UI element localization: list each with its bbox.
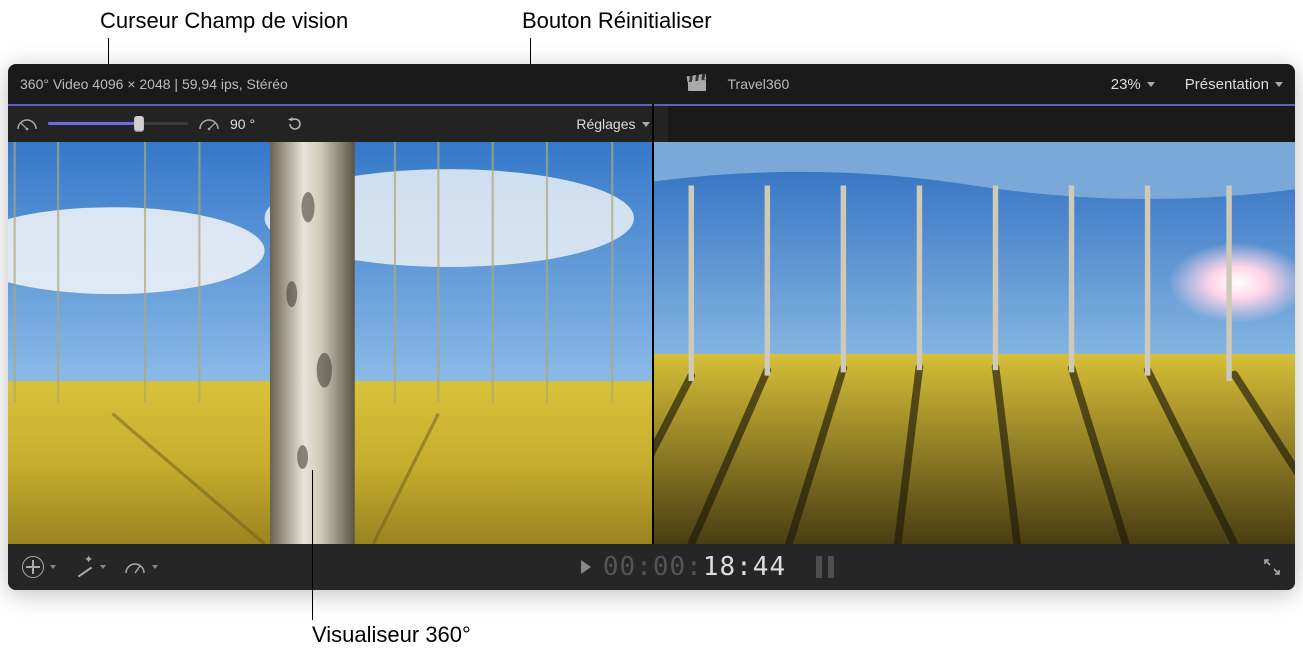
chevron-down-icon	[642, 122, 650, 127]
viewer-equirect[interactable]	[652, 142, 1296, 544]
callout-viewer-leader	[312, 470, 313, 620]
fov-value: 90 °	[230, 116, 276, 132]
fov-slider-thumb[interactable]	[134, 116, 144, 132]
play-button[interactable]	[581, 560, 591, 574]
presentation-label: Présentation	[1185, 76, 1269, 93]
timecode-prefix: 00:00:	[603, 552, 703, 582]
fov-gauge-icon	[16, 117, 38, 131]
speedometer-icon	[124, 558, 146, 576]
chevron-down-icon	[50, 565, 56, 569]
zoom-menu[interactable]: 23%	[1111, 76, 1155, 93]
viewer-divider	[652, 104, 654, 544]
viewer-360[interactable]	[8, 142, 652, 544]
header-right: Travel360 23% Présentation	[676, 64, 1296, 104]
timecode-display[interactable]: 00:00:18:44	[603, 552, 786, 582]
clapperboard-icon	[688, 77, 706, 91]
fov-slider[interactable]	[48, 116, 188, 132]
chevron-down-icon	[152, 565, 158, 569]
header-left: 360° Video 4096 × 2048 | 59,94 ips, Stér…	[8, 64, 676, 104]
callout-fov: Curseur Champ de vision	[100, 8, 348, 34]
settings-label: Réglages	[576, 116, 635, 132]
settings-menu[interactable]: Réglages	[566, 116, 659, 132]
header-bar: 360° Video 4096 × 2048 | 59,94 ips, Stér…	[8, 64, 1295, 104]
chevron-down-icon	[100, 565, 106, 569]
enhance-icon	[22, 556, 44, 578]
enhancements-menu[interactable]	[22, 556, 56, 578]
viewer360-toolbar: 90 ° Réglages	[8, 106, 668, 142]
fullscreen-button[interactable]	[1263, 558, 1281, 576]
clip-format-info: 360° Video 4096 × 2048 | 59,94 ips, Stér…	[20, 76, 288, 92]
viewer-window: 360° Video 4096 × 2048 | 59,94 ips, Stér…	[8, 64, 1295, 590]
timecode-value: 18:44	[703, 552, 786, 582]
fov-slider-fill	[48, 122, 139, 125]
callout-reset: Bouton Réinitialiser	[522, 8, 712, 34]
transport-bar: 00:00:18:44	[8, 544, 1295, 590]
zoom-value: 23%	[1111, 76, 1141, 93]
callout-viewer360: Visualiseur 360°	[312, 622, 471, 648]
chevron-down-icon	[1147, 82, 1155, 87]
project-name: Travel360	[728, 76, 790, 92]
audio-meter-icon	[816, 556, 840, 578]
reset-button[interactable]	[286, 115, 304, 133]
magic-wand-icon	[74, 557, 94, 577]
chevron-down-icon	[1275, 82, 1283, 87]
fov-gauge-wide-icon	[198, 117, 220, 131]
retime-menu[interactable]	[74, 557, 106, 577]
presentation-menu[interactable]: Présentation	[1185, 76, 1283, 93]
speed-menu[interactable]	[124, 558, 158, 576]
